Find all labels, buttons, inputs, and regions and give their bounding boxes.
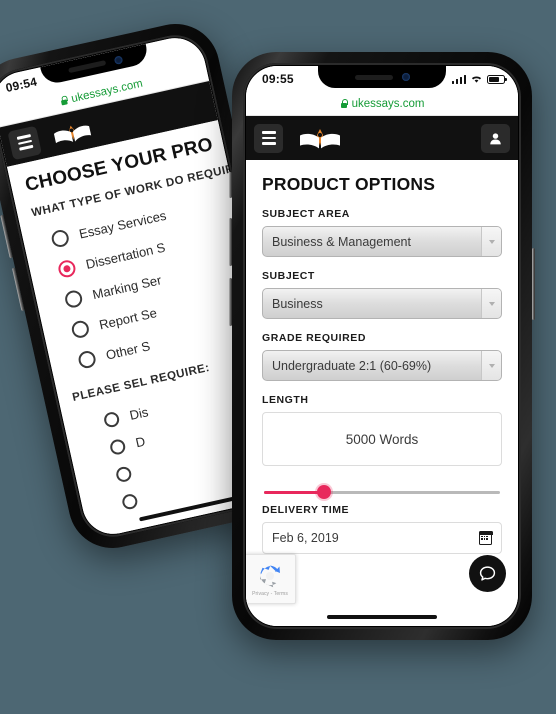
radio-label: Dissertation S [84, 239, 167, 272]
radio-button[interactable] [70, 318, 91, 340]
front-phone-app-header [246, 116, 518, 160]
front-phone-url-bar[interactable]: ukessays.com [246, 92, 518, 116]
chevron-down-icon[interactable] [481, 227, 501, 256]
radio-button[interactable] [76, 349, 98, 370]
length-value-display[interactable]: 5000 Words [262, 412, 502, 466]
front-phone-bezel: 09:55 ukessays.com PRODUCT OPTIONS SUBJE… [243, 63, 521, 629]
mockup-stage: 09:54 ukessays.com CHOOSE YOUR PRO WHAT … [0, 0, 556, 714]
user-account-icon[interactable] [481, 123, 510, 153]
front-phone-home-indicator [327, 615, 437, 619]
front-phone-mute-switch[interactable] [229, 172, 232, 198]
select-subject-area-value: Business & Management [272, 234, 411, 249]
front-phone-volume-up-button[interactable] [229, 218, 232, 266]
length-slider[interactable] [262, 482, 502, 504]
front-camera-icon [401, 73, 410, 81]
recaptcha-label: Privacy - Terms [252, 590, 288, 597]
status-bar-indicators [451, 74, 508, 84]
radio-label: Dis [128, 403, 150, 423]
select-subject-value: Business [272, 296, 323, 311]
lock-icon [59, 95, 69, 106]
back-phone-volume-up-button[interactable] [0, 214, 13, 259]
front-phone-volume-down-button[interactable] [229, 278, 232, 326]
radio-label: Marking Ser [91, 272, 163, 302]
delivery-date-input[interactable]: Feb 6, 2019 [262, 522, 502, 554]
radio-button[interactable] [102, 410, 121, 429]
front-phone-power-button[interactable] [532, 248, 535, 320]
back-phone-volume-down-button[interactable] [12, 267, 25, 312]
radio-label: D [134, 433, 147, 450]
earpiece-speaker-icon [67, 60, 106, 74]
label-subject: SUBJECT [262, 270, 315, 282]
select-subject-area[interactable]: Business & Management [262, 226, 502, 257]
select-grade-required[interactable]: Undergraduate 2:1 (60-69%) [262, 350, 502, 381]
label-length: LENGTH [262, 394, 309, 406]
status-bar-clock: 09:54 [4, 74, 39, 96]
earpiece-speaker-icon [354, 74, 393, 80]
chevron-down-icon[interactable] [481, 351, 501, 380]
label-delivery-time: DELIVERY TIME [262, 504, 350, 516]
radio-label: Report Se [97, 304, 159, 333]
recaptcha-badge[interactable]: Privacy - Terms [246, 554, 296, 604]
radio-label: Essay Services [77, 207, 168, 242]
radio-button[interactable] [114, 465, 133, 483]
label-subject-area: SUBJECT AREA [262, 208, 350, 220]
radio-button-selected[interactable] [56, 258, 78, 279]
cellular-bars-icon [451, 74, 466, 84]
hamburger-menu-icon[interactable] [7, 125, 42, 160]
wifi-icon [471, 76, 482, 83]
label-grade-required: GRADE REQUIRED [262, 332, 366, 344]
chat-bubble-icon[interactable] [469, 555, 506, 592]
length-value-text: 5000 Words [345, 431, 419, 447]
front-camera-icon [113, 55, 123, 65]
recaptcha-logo-icon [260, 565, 280, 587]
select-subject[interactable]: Business [262, 288, 502, 319]
battery-icon [487, 74, 508, 84]
ukessays-book-pen-logo[interactable] [293, 123, 471, 153]
url-text: ukessays.com [351, 97, 425, 110]
lock-icon [340, 99, 348, 108]
delivery-date-value: Feb 6, 2019 [272, 531, 339, 545]
radio-button[interactable] [108, 437, 127, 456]
hamburger-menu-icon[interactable] [254, 123, 283, 153]
status-bar-clock: 09:55 [262, 72, 294, 86]
page-title: PRODUCT OPTIONS [262, 174, 436, 194]
front-phone-screen: 09:55 ukessays.com PRODUCT OPTIONS SUBJE… [246, 66, 518, 626]
front-phone-device: 09:55 ukessays.com PRODUCT OPTIONS SUBJE… [229, 52, 535, 640]
calendar-icon[interactable] [478, 531, 493, 545]
radio-button[interactable] [63, 288, 84, 309]
select-grade-required-value: Undergraduate 2:1 (60-69%) [272, 358, 432, 373]
radio-label: Other S [104, 338, 152, 363]
slider-thumb[interactable] [317, 485, 332, 499]
radio-button[interactable] [50, 228, 71, 249]
front-phone-notch [318, 66, 446, 88]
slider-track-fill [264, 491, 325, 494]
radio-button[interactable] [120, 492, 139, 511]
chevron-down-icon[interactable] [481, 289, 501, 318]
